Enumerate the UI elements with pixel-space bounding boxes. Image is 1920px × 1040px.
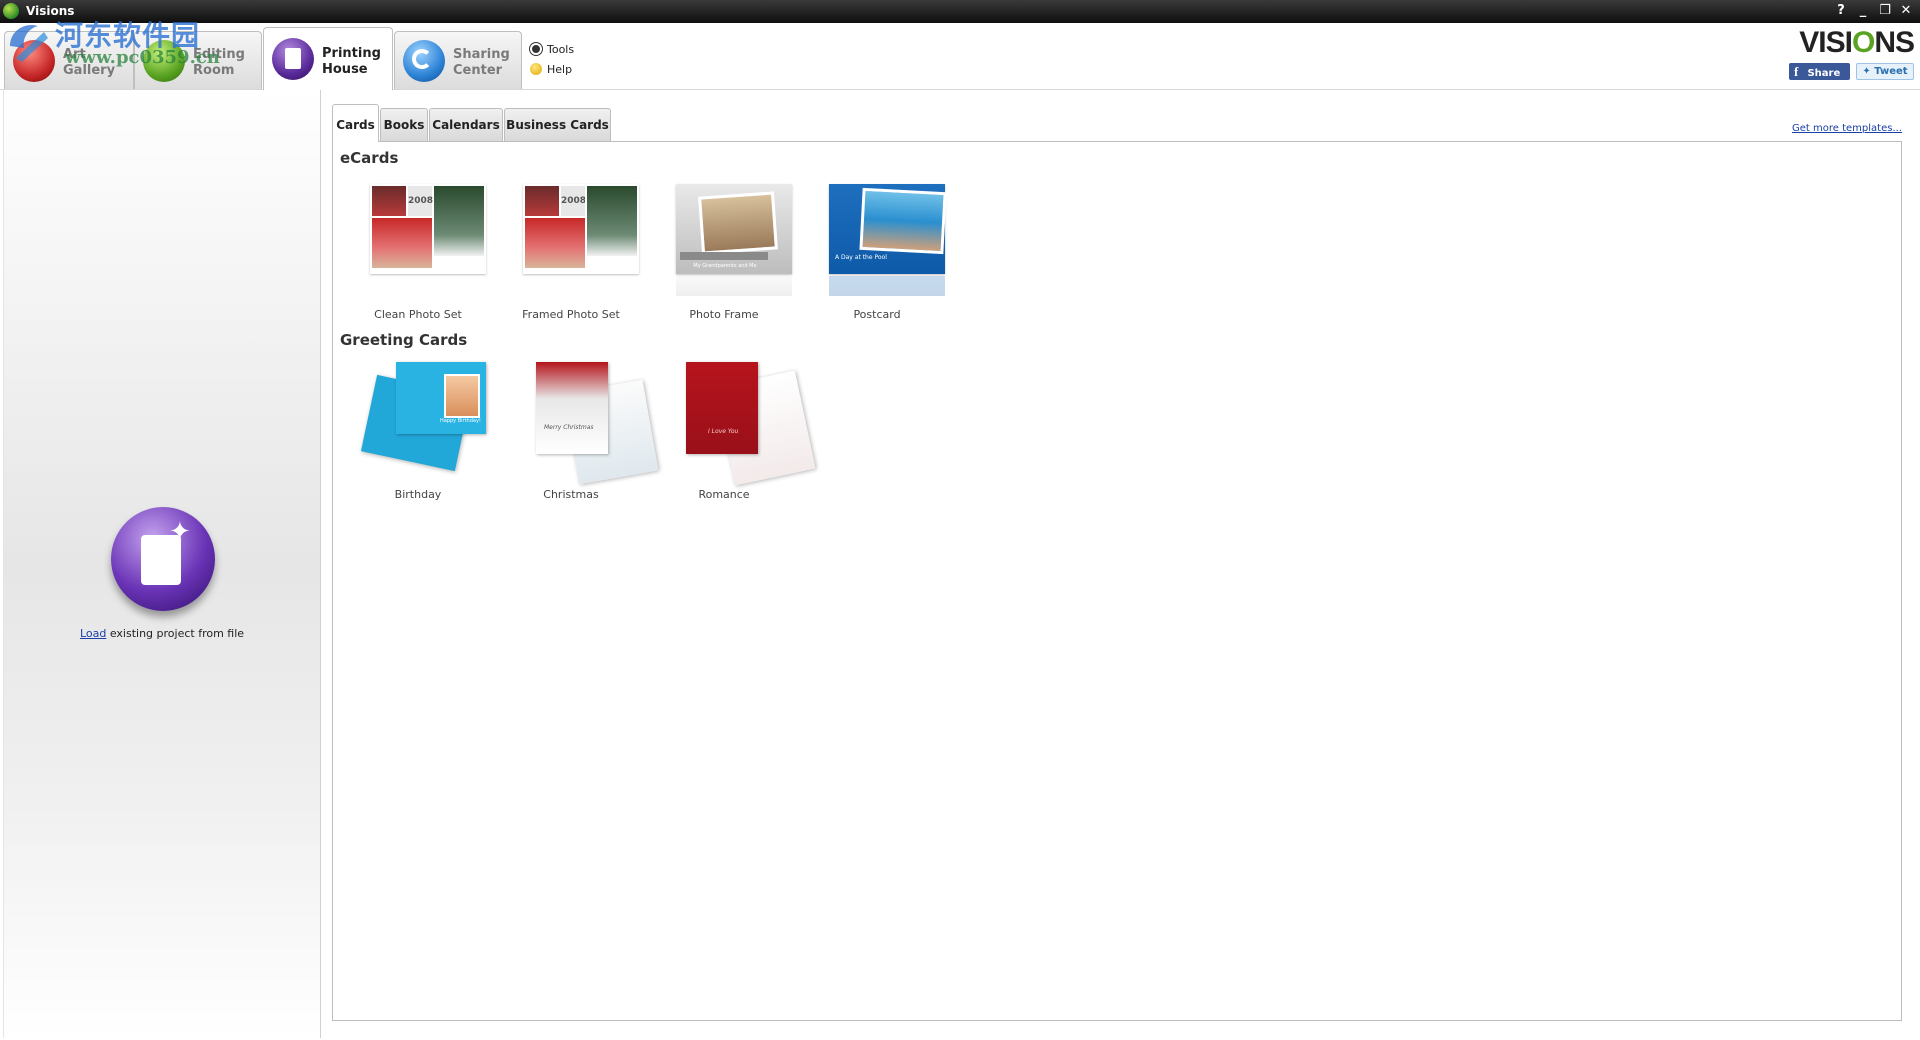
tab-label: Printing House: [322, 46, 381, 77]
left-panel: ✦ Load existing project from file: [3, 90, 321, 1038]
tools-link[interactable]: Tools: [530, 39, 574, 59]
maximize-button[interactable]: ❐: [1876, 2, 1894, 20]
header: Art Gallery Editing Room Printing House …: [0, 23, 1920, 90]
close-button[interactable]: ✕: [1897, 2, 1915, 20]
template-caption: Christmas: [543, 488, 599, 501]
load-description: existing project from file: [106, 627, 245, 640]
romance-thumbnail: I Love You: [686, 362, 758, 454]
get-more-templates-link[interactable]: Get more templates...: [1792, 123, 1902, 134]
tab-books[interactable]: Books: [380, 108, 428, 141]
help-icon: [530, 63, 542, 75]
watermark-logo-icon: [10, 24, 48, 62]
template-caption: Birthday: [394, 488, 442, 501]
tab-sharing-center[interactable]: Sharing Center: [394, 31, 522, 89]
twitter-bird-icon: ✦: [1862, 66, 1871, 77]
facebook-icon: f: [1794, 64, 1799, 79]
window-help-button[interactable]: ?: [1832, 2, 1850, 20]
photo-frame-thumbnail: My Grandparents and Me: [676, 184, 792, 274]
tab-printing-house[interactable]: Printing House: [263, 27, 393, 90]
tab-calendars[interactable]: Calendars: [429, 108, 503, 141]
christmas-thumbnail: Merry Christmas: [536, 362, 608, 454]
load-link[interactable]: Load: [80, 627, 106, 640]
tweet-button[interactable]: ✦ Tweet: [1856, 63, 1914, 80]
watermark-url: www.pc0359.cn: [65, 47, 220, 68]
template-caption: Photo Frame: [689, 308, 759, 321]
postcard-thumbnail: A Day at the Pool: [829, 184, 947, 274]
side-links: Tools Help: [530, 39, 574, 79]
visions-brand-logo: VISIONS: [1799, 26, 1915, 59]
template-caption: Clean Photo Set: [374, 308, 462, 321]
facebook-share-button[interactable]: f Share: [1789, 63, 1850, 80]
title-bar: Visions ? _ ❐ ✕: [0, 0, 1920, 23]
tools-label: Tools: [547, 42, 575, 56]
template-caption: Romance: [698, 488, 750, 501]
load-project-row: Load existing project from file: [4, 627, 320, 640]
section-title-greeting-cards: Greeting Cards: [340, 331, 468, 349]
new-project-icon[interactable]: ✦: [111, 507, 215, 611]
tab-cards[interactable]: Cards: [332, 104, 379, 142]
template-caption: Framed Photo Set: [522, 308, 620, 321]
tab-business-cards[interactable]: Business Cards: [504, 108, 611, 141]
tools-icon: [530, 43, 542, 55]
birthday-thumbnail: Happy Birthday!: [396, 362, 486, 434]
help-label: Help: [547, 62, 573, 76]
printing-house-icon: [272, 38, 314, 80]
app-logo-icon: [3, 3, 19, 19]
framed-photo-set-thumbnail: 2008: [523, 184, 639, 274]
tab-label: Sharing Center: [453, 47, 510, 78]
section-title-ecards: eCards: [340, 149, 399, 167]
template-caption: Postcard: [853, 308, 901, 321]
sharing-center-icon: [403, 40, 445, 82]
minimize-button[interactable]: _: [1854, 2, 1872, 20]
help-link[interactable]: Help: [530, 59, 574, 79]
clean-photo-set-thumbnail: 2008: [370, 184, 486, 274]
